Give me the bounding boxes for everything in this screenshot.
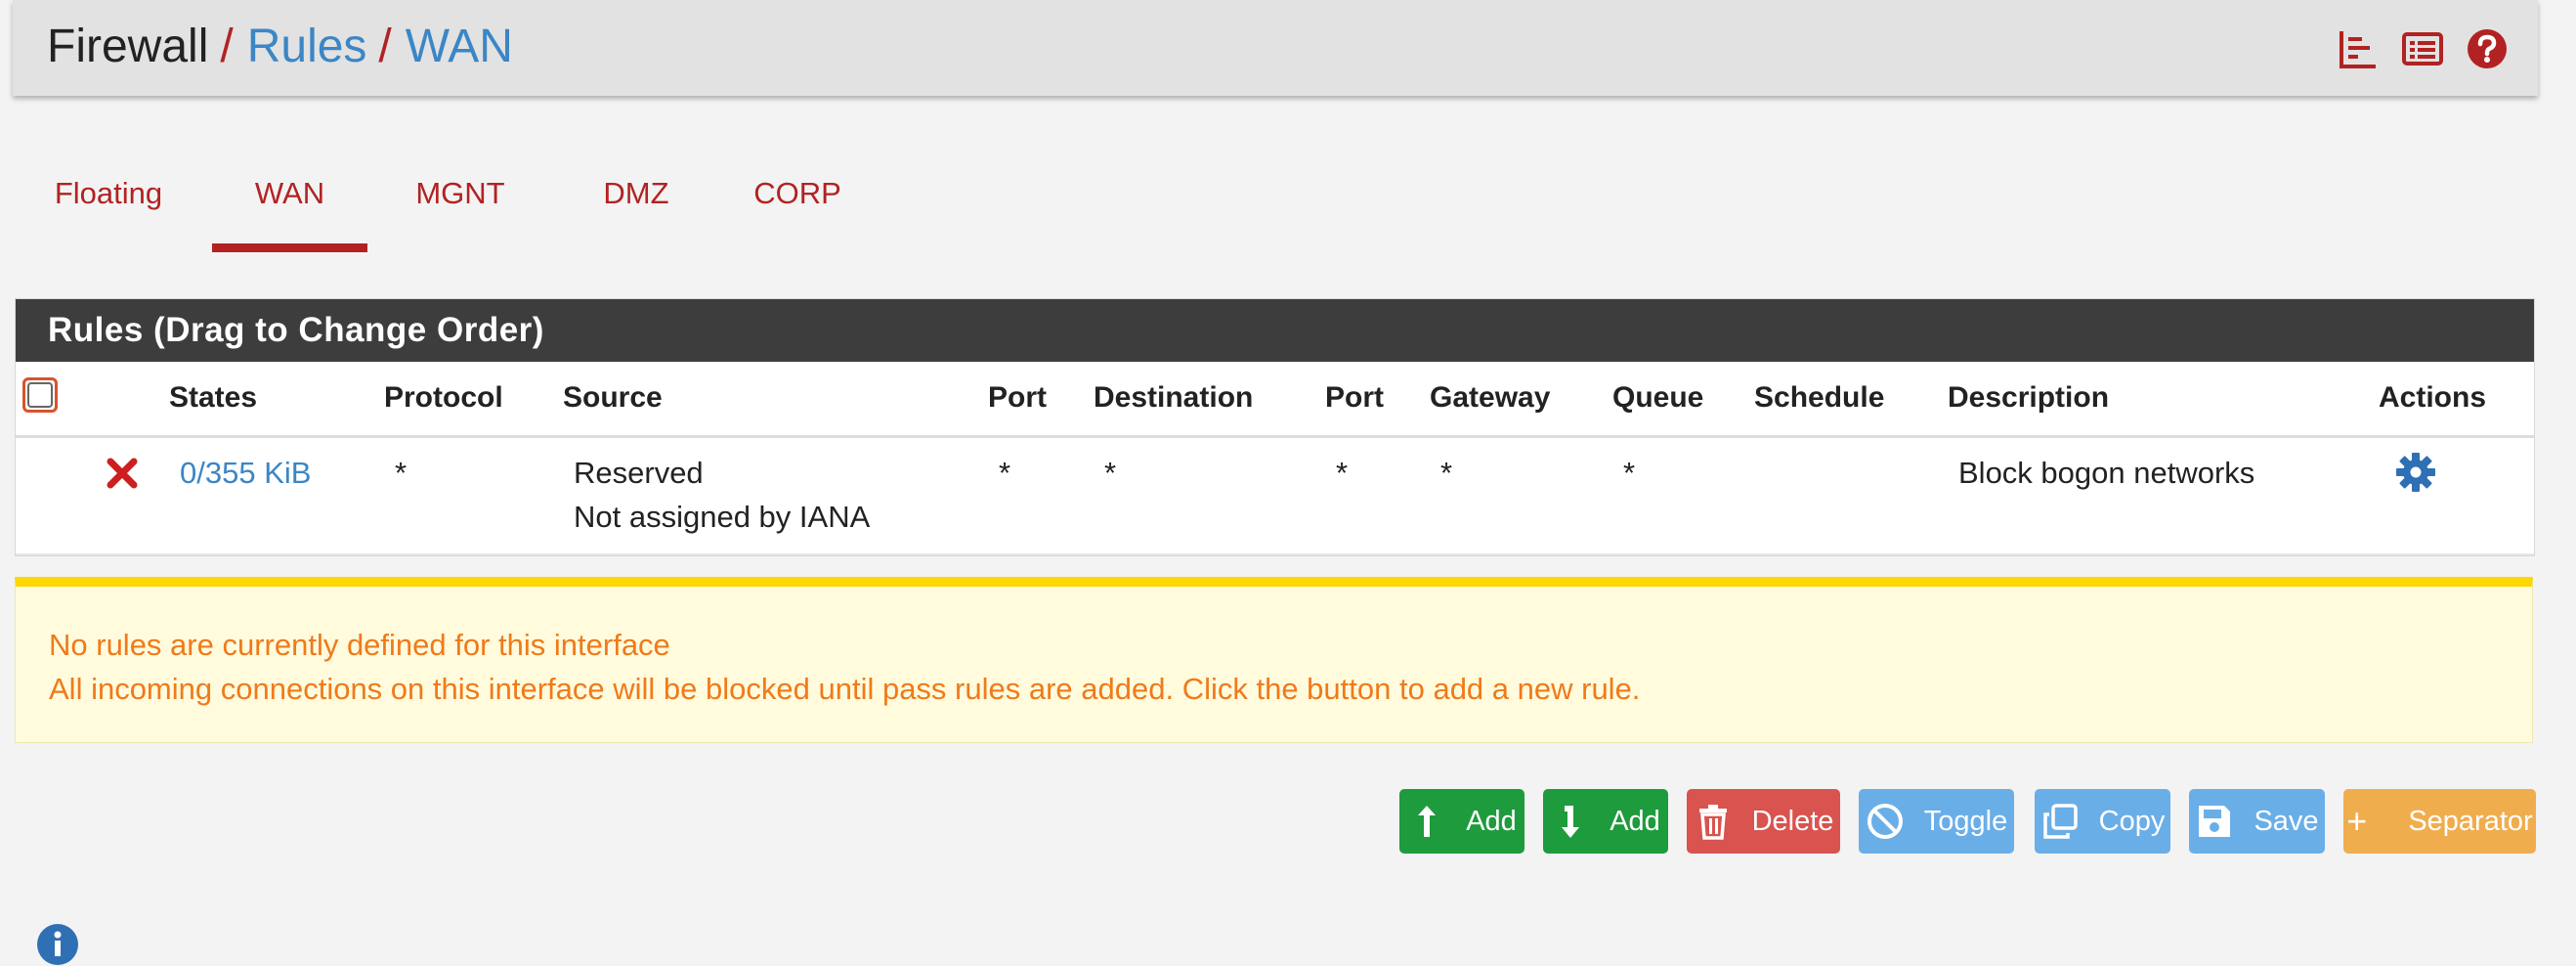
save-label: Save bbox=[2254, 805, 2319, 837]
delete-label: Delete bbox=[1751, 805, 1834, 837]
panel-title: Rules (Drag to Change Order) bbox=[16, 299, 2534, 362]
tab-mgnt[interactable]: MGNT bbox=[407, 166, 514, 254]
select-all-checkbox[interactable] bbox=[22, 377, 58, 413]
column-header-destination[interactable]: Destination bbox=[1094, 381, 1253, 415]
list-icon[interactable] bbox=[2401, 27, 2444, 70]
breadcrumb-separator: / bbox=[378, 21, 392, 72]
rule-source: Reserved bbox=[574, 456, 704, 490]
help-icon[interactable] bbox=[2466, 27, 2509, 70]
header-icon-group bbox=[2337, 27, 2509, 70]
rule-source-port: * bbox=[999, 456, 1011, 490]
info-icon[interactable] bbox=[36, 923, 79, 966]
breadcrumb-firewall: Firewall bbox=[47, 21, 209, 72]
column-header-gateway[interactable]: Gateway bbox=[1430, 381, 1550, 415]
add-rule-top-button[interactable]: Add bbox=[1399, 789, 1524, 854]
toggle-button[interactable]: Toggle bbox=[1859, 789, 2014, 854]
rule-queue: * bbox=[1623, 456, 1636, 490]
add-separator-button[interactable]: + Separator bbox=[2343, 789, 2536, 854]
rule-destination-port: * bbox=[1336, 456, 1349, 490]
rule-gateway: * bbox=[1440, 456, 1453, 490]
column-header-description[interactable]: Description bbox=[1948, 381, 2109, 415]
add-top-label: Add bbox=[1466, 805, 1517, 837]
rule-source-detail: Not assigned by IANA bbox=[574, 500, 871, 534]
breadcrumb-separator: / bbox=[220, 21, 234, 72]
column-header-queue[interactable]: Queue bbox=[1612, 381, 1703, 415]
rule-description: Block bogon networks bbox=[1958, 456, 2255, 490]
column-header-schedule[interactable]: Schedule bbox=[1754, 381, 1884, 415]
column-header-protocol[interactable]: Protocol bbox=[384, 381, 503, 415]
add-bottom-label: Add bbox=[1610, 805, 1660, 837]
ban-icon bbox=[1867, 804, 1903, 839]
breadcrumb-rules-link[interactable]: Rules bbox=[247, 21, 367, 72]
rules-panel: Rules (Drag to Change Order) States Prot… bbox=[15, 298, 2535, 556]
add-rule-bottom-button[interactable]: Add bbox=[1543, 789, 1668, 854]
tab-floating[interactable]: Floating bbox=[45, 166, 172, 254]
copy-icon bbox=[2042, 804, 2078, 839]
arrow-up-icon bbox=[1418, 806, 1437, 837]
plus-icon: + bbox=[2346, 801, 2368, 841]
floppy-disk-icon bbox=[2199, 806, 2231, 837]
header-divider bbox=[16, 435, 2534, 438]
toggle-label: Toggle bbox=[1923, 805, 2008, 837]
breadcrumb-wan-link[interactable]: WAN bbox=[406, 21, 513, 72]
action-button-bar: Add Add Delete Toggle Copy Save + Separa… bbox=[0, 789, 2576, 854]
rule-protocol: * bbox=[395, 456, 408, 490]
alert-message: All incoming connections on this interfa… bbox=[49, 672, 1641, 706]
no-rules-alert: No rules are currently defined for this … bbox=[15, 577, 2533, 743]
page-header: Firewall / Rules / WAN bbox=[13, 0, 2538, 96]
copy-label: Copy bbox=[2098, 805, 2166, 837]
tab-corp[interactable]: CORP bbox=[744, 166, 851, 254]
separator-label: Separator bbox=[2408, 805, 2533, 837]
delete-button[interactable]: Delete bbox=[1687, 789, 1840, 854]
column-header-destination-port[interactable]: Port bbox=[1325, 381, 1384, 415]
save-button[interactable]: Save bbox=[2189, 789, 2325, 854]
arrow-down-icon bbox=[1562, 806, 1580, 838]
alert-title: No rules are currently defined for this … bbox=[49, 628, 670, 662]
column-header-states[interactable]: States bbox=[169, 381, 257, 415]
chart-icon[interactable] bbox=[2337, 27, 2380, 70]
copy-button[interactable]: Copy bbox=[2035, 789, 2170, 854]
trash-icon bbox=[1698, 805, 1727, 840]
rule-destination: * bbox=[1104, 456, 1117, 490]
column-header-actions: Actions bbox=[2379, 381, 2487, 414]
gear-icon[interactable] bbox=[2394, 451, 2437, 494]
tab-dmz[interactable]: DMZ bbox=[582, 166, 690, 254]
row-divider bbox=[16, 553, 2534, 555]
rule-states-link[interactable]: 0/355 KiB bbox=[180, 456, 311, 491]
breadcrumb: Firewall / Rules / WAN bbox=[47, 20, 513, 74]
tab-wan[interactable]: WAN bbox=[212, 166, 367, 254]
block-x-icon[interactable] bbox=[104, 455, 141, 492]
column-header-source[interactable]: Source bbox=[563, 381, 663, 415]
column-header-source-port[interactable]: Port bbox=[988, 381, 1047, 415]
